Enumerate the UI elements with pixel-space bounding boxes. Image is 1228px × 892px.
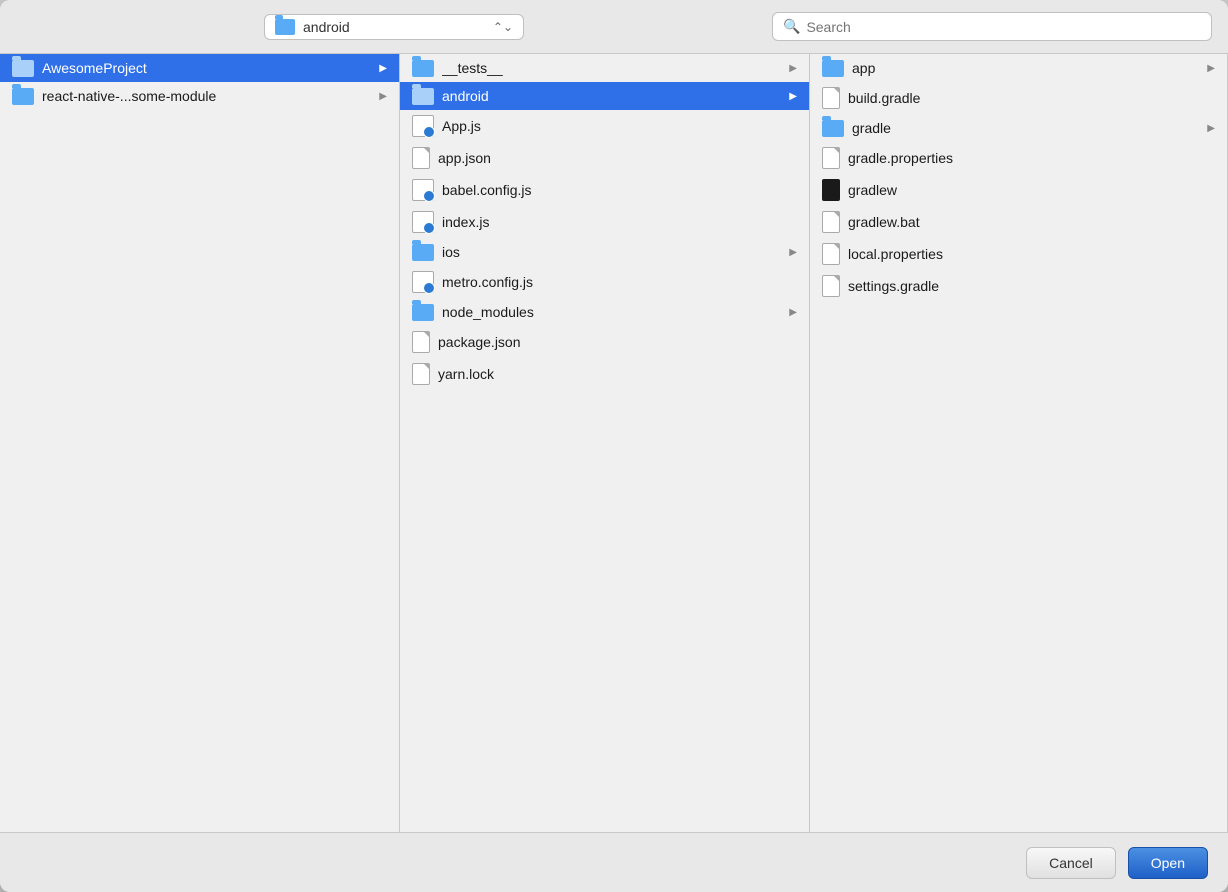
list-item[interactable]: settings.gradle — [810, 270, 1227, 302]
file-icon — [412, 363, 430, 385]
item-label: gradlew.bat — [848, 214, 1215, 230]
list-item[interactable]: AwesomeProject ▶ — [0, 54, 399, 82]
cancel-button[interactable]: Cancel — [1026, 847, 1116, 879]
item-label: __tests__ — [442, 60, 781, 76]
column-3: app ▶ build.gradle gradle ▶ gradle.prope… — [810, 54, 1228, 832]
list-item[interactable]: babel.config.js — [400, 174, 809, 206]
js-file-icon — [412, 115, 434, 137]
chevron-right-icon: ▶ — [789, 91, 797, 102]
js-file-icon — [412, 271, 434, 293]
item-label: local.properties — [848, 246, 1215, 262]
chevron-right-icon: ▶ — [379, 63, 387, 74]
js-file-icon — [412, 179, 434, 201]
location-label: android — [303, 19, 485, 35]
item-label: babel.config.js — [442, 182, 797, 198]
file-icon — [822, 147, 840, 169]
chevron-right-icon: ▶ — [379, 91, 387, 102]
list-item[interactable]: react-native-...some-module ▶ — [0, 82, 399, 110]
file-icon — [412, 331, 430, 353]
item-label: AwesomeProject — [42, 60, 371, 76]
search-bar: 🔍 — [772, 12, 1212, 41]
item-label: index.js — [442, 214, 797, 230]
file-icon — [822, 211, 840, 233]
item-label: build.gradle — [848, 90, 1215, 106]
open-button[interactable]: Open — [1128, 847, 1208, 879]
folder-icon-location — [275, 19, 295, 35]
item-label: android — [442, 88, 781, 104]
folder-icon — [412, 304, 434, 321]
item-label: gradlew — [848, 182, 1215, 198]
item-label: yarn.lock — [438, 366, 797, 382]
search-input[interactable] — [806, 19, 1201, 35]
gradlew-icon — [822, 179, 840, 201]
list-item[interactable]: node_modules ▶ — [400, 298, 809, 326]
item-label: package.json — [438, 334, 797, 350]
bottom-bar: Cancel Open — [0, 832, 1228, 892]
folder-icon — [12, 60, 34, 77]
search-icon: 🔍 — [783, 18, 800, 35]
item-label: node_modules — [442, 304, 781, 320]
js-file-icon — [412, 211, 434, 233]
file-icon — [822, 87, 840, 109]
location-selector[interactable]: android ⌃⌄ — [264, 14, 524, 40]
list-item[interactable]: yarn.lock — [400, 358, 809, 390]
item-label: app.json — [438, 150, 797, 166]
list-item[interactable]: app.json — [400, 142, 809, 174]
list-item[interactable]: gradlew — [810, 174, 1227, 206]
chevron-right-icon: ▶ — [789, 63, 797, 74]
list-item[interactable]: local.properties — [810, 238, 1227, 270]
item-label: react-native-...some-module — [42, 88, 371, 104]
folder-icon — [412, 88, 434, 105]
item-label: gradle.properties — [848, 150, 1215, 166]
list-item[interactable]: app ▶ — [810, 54, 1227, 82]
list-item[interactable]: gradle.properties — [810, 142, 1227, 174]
file-icon — [822, 275, 840, 297]
list-item[interactable]: __tests__ ▶ — [400, 54, 809, 82]
list-item[interactable]: ios ▶ — [400, 238, 809, 266]
file-icon — [822, 243, 840, 265]
column-1: AwesomeProject ▶ react-native-...some-mo… — [0, 54, 400, 832]
list-item[interactable]: gradlew.bat — [810, 206, 1227, 238]
file-icon — [412, 147, 430, 169]
folder-icon — [822, 60, 844, 77]
item-label: metro.config.js — [442, 274, 797, 290]
content-area: AwesomeProject ▶ react-native-...some-mo… — [0, 54, 1228, 832]
list-item[interactable]: App.js — [400, 110, 809, 142]
item-label: App.js — [442, 118, 797, 134]
list-item[interactable]: build.gradle — [810, 82, 1227, 114]
item-label: settings.gradle — [848, 278, 1215, 294]
chevron-updown-icon: ⌃⌄ — [493, 20, 513, 34]
folder-icon — [412, 60, 434, 77]
folder-icon — [12, 88, 34, 105]
chevron-right-icon: ▶ — [1207, 63, 1215, 74]
list-item[interactable]: gradle ▶ — [810, 114, 1227, 142]
folder-icon — [412, 244, 434, 261]
file-dialog: android ⌃⌄ 🔍 AwesomeProject ▶ react-nati… — [0, 0, 1228, 892]
top-bar: android ⌃⌄ 🔍 — [0, 0, 1228, 54]
item-label: gradle — [852, 120, 1199, 136]
item-label: ios — [442, 244, 781, 260]
list-item[interactable]: android ▶ — [400, 82, 809, 110]
column-2: __tests__ ▶ android ▶ App.js app.json ba… — [400, 54, 810, 832]
chevron-right-icon: ▶ — [1207, 123, 1215, 134]
list-item[interactable]: package.json — [400, 326, 809, 358]
chevron-right-icon: ▶ — [789, 247, 797, 258]
list-item[interactable]: index.js — [400, 206, 809, 238]
folder-icon — [822, 120, 844, 137]
list-item[interactable]: metro.config.js — [400, 266, 809, 298]
item-label: app — [852, 60, 1199, 76]
chevron-right-icon: ▶ — [789, 307, 797, 318]
